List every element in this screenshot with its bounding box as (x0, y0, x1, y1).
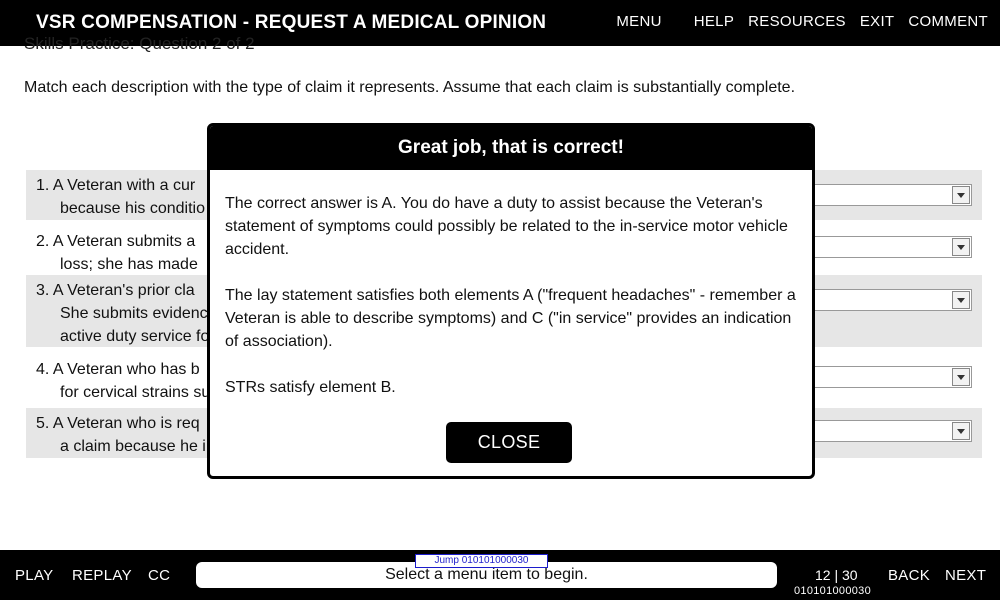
jump-field[interactable]: Jump 010101000030 (415, 554, 548, 568)
feedback-dialog: Great job, that is correct! The correct … (207, 123, 815, 479)
question-text: 2. A Veteran submits a loss; she has mad… (36, 233, 198, 273)
feedback-paragraph: The lay statement satisfies both element… (225, 287, 796, 350)
question-text: 3. A Veteran's prior cla She submits evi… (36, 282, 210, 345)
page-code: 010101000030 (794, 585, 872, 597)
instructions-text: Match each description with the type of … (24, 79, 796, 96)
exit-link[interactable]: EXIT (860, 13, 895, 30)
answer-select-4[interactable] (792, 366, 972, 388)
cc-button[interactable]: CC (148, 567, 170, 584)
question-text: 5. A Veteran who is req a claim because … (36, 415, 206, 455)
dialog-title: Great job, that is correct! (210, 126, 812, 170)
feedback-paragraph: The correct answer is A. You do have a d… (225, 195, 788, 258)
page-indicator: 12 | 30 (815, 567, 858, 583)
chevron-down-icon[interactable] (952, 291, 970, 309)
help-link[interactable]: HELP (694, 13, 734, 30)
play-button[interactable]: PLAY (15, 567, 53, 584)
next-button[interactable]: NEXT (945, 567, 986, 584)
feedback-paragraph: STRs satisfy element B. (225, 379, 396, 396)
dialog-body: The correct answer is A. You do have a d… (225, 192, 800, 422)
chevron-down-icon[interactable] (952, 422, 970, 440)
answer-select-2[interactable] (792, 236, 972, 258)
question-subtitle: Skills Practice: Question 2 of 2 (24, 34, 255, 52)
top-nav: MENU HELP RESOURCES EXIT COMMENT (602, 13, 988, 30)
footer-bar: PLAY REPLAY CC Select a menu item to beg… (0, 550, 1000, 600)
question-text: 1. A Veteran with a cur because his cond… (36, 177, 205, 217)
resources-link[interactable]: RESOURCES (748, 13, 846, 30)
close-button[interactable]: CLOSE (446, 422, 572, 463)
back-button[interactable]: BACK (888, 567, 930, 584)
chevron-down-icon[interactable] (952, 368, 970, 386)
answer-select-1[interactable] (792, 184, 972, 206)
answer-select-5[interactable] (792, 420, 972, 442)
comment-link[interactable]: COMMENT (908, 13, 988, 30)
replay-button[interactable]: REPLAY (72, 567, 132, 584)
chevron-down-icon[interactable] (952, 238, 970, 256)
menu-link[interactable]: MENU (616, 13, 661, 30)
question-text: 4. A Veteran who has b for cervical stra… (36, 361, 211, 401)
answer-select-3[interactable] (792, 289, 972, 311)
chevron-down-icon[interactable] (952, 186, 970, 204)
page-title: VSR COMPENSATION - REQUEST A MEDICAL OPI… (36, 12, 547, 33)
